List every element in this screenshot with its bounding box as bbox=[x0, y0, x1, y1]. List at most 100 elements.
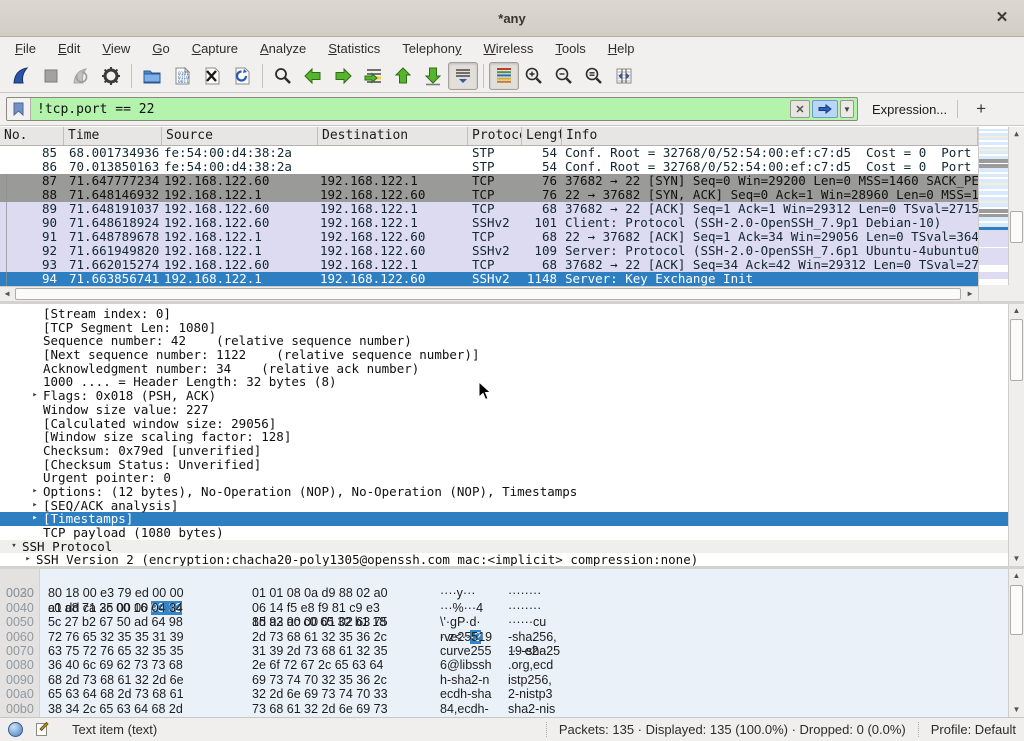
packet-row-89[interactable]: 8971.648191037192.168.122.60192.168.122.… bbox=[0, 202, 978, 216]
col-header-length[interactable]: Length bbox=[522, 127, 562, 145]
menu-help[interactable]: Help bbox=[597, 39, 646, 58]
expand-arrow-icon[interactable] bbox=[27, 321, 43, 335]
scroll-thumb[interactable] bbox=[15, 288, 961, 300]
expand-arrow-icon[interactable] bbox=[27, 471, 43, 485]
go-forward-button[interactable] bbox=[328, 62, 358, 90]
detail-line-timestamps-selected[interactable]: ▸[Timestamps] bbox=[0, 512, 1024, 526]
packet-row-94-selected[interactable]: 9471.663856741192.168.122.1192.168.122.6… bbox=[0, 272, 978, 286]
menu-analyze[interactable]: Analyze bbox=[249, 39, 317, 58]
restart-capture-button[interactable] bbox=[66, 62, 96, 90]
expand-arrow-icon[interactable] bbox=[27, 417, 43, 431]
hex-row[interactable]: 008036 40 6c 69 62 73 73 682e 6f 72 67 2… bbox=[0, 658, 1024, 672]
hex-vscrollbar[interactable]: ▲ ▼ bbox=[1008, 569, 1024, 717]
menu-telephony[interactable]: Telephony bbox=[391, 39, 472, 58]
expert-info-icon[interactable] bbox=[8, 722, 23, 737]
expression-button[interactable]: Expression... bbox=[872, 102, 947, 117]
expand-arrow-icon[interactable] bbox=[27, 348, 43, 362]
menu-statistics[interactable]: Statistics bbox=[317, 39, 391, 58]
packet-row-88[interactable]: 8871.648146932192.168.122.1192.168.122.6… bbox=[0, 188, 978, 202]
filter-input[interactable]: !tcp.port == 22 bbox=[31, 102, 790, 117]
col-header-time[interactable]: Time bbox=[64, 127, 162, 145]
scroll-thumb[interactable] bbox=[1010, 319, 1023, 381]
expand-arrow-icon[interactable] bbox=[27, 334, 43, 348]
hex-row[interactable]: 009068 2d 73 68 61 32 2d 6e69 73 74 70 3… bbox=[0, 673, 1024, 687]
save-file-button[interactable]: 010101100011 bbox=[167, 62, 197, 90]
expand-arrow-icon[interactable] bbox=[27, 444, 43, 458]
scroll-left-arrow[interactable]: ◀ bbox=[0, 287, 14, 301]
expand-arrow-icon[interactable] bbox=[27, 430, 43, 444]
packet-list-vscrollbar[interactable]: ▲ ▼ bbox=[1008, 127, 1024, 301]
packet-row-91[interactable]: 9171.648789678192.168.122.1192.168.122.6… bbox=[0, 230, 978, 244]
capture-comment-icon[interactable] bbox=[35, 722, 50, 737]
find-packet-button[interactable] bbox=[268, 62, 298, 90]
menu-capture[interactable]: Capture bbox=[181, 39, 249, 58]
menu-view[interactable]: View bbox=[91, 39, 141, 58]
expand-arrow-icon[interactable]: ▸ bbox=[27, 499, 43, 513]
packet-row-92[interactable]: 9271.661949820192.168.122.1192.168.122.6… bbox=[0, 244, 978, 258]
filter-clear-button[interactable]: ✕ bbox=[790, 100, 810, 118]
packet-list-minimap[interactable] bbox=[978, 127, 1008, 285]
colorize-toggle[interactable] bbox=[489, 62, 519, 90]
col-header-no[interactable]: No. bbox=[0, 127, 64, 145]
menu-tools[interactable]: Tools bbox=[544, 39, 596, 58]
scroll-right-arrow[interactable]: ▶ bbox=[963, 287, 977, 301]
expand-arrow-icon[interactable] bbox=[27, 526, 43, 540]
detail-line[interactable]: 1000 .... = Header Length: 32 bytes (8) bbox=[0, 375, 1024, 389]
reload-file-button[interactable] bbox=[227, 62, 257, 90]
packet-row-85[interactable]: 8568.001734936fe:54:00:d4:38:2aSTP54Conf… bbox=[0, 146, 978, 160]
capture-options-button[interactable] bbox=[96, 62, 126, 90]
filter-bookmark-button[interactable] bbox=[7, 98, 31, 120]
start-capture-button[interactable] bbox=[6, 62, 36, 90]
packet-row-93[interactable]: 9371.662015274192.168.122.60192.168.122.… bbox=[0, 258, 978, 272]
details-vscrollbar[interactable]: ▲ ▼ bbox=[1008, 304, 1024, 566]
col-header-source[interactable]: Source bbox=[162, 127, 318, 145]
auto-scroll-toggle[interactable] bbox=[448, 62, 478, 90]
col-header-destination[interactable]: Destination bbox=[318, 127, 468, 145]
go-to-top-button[interactable] bbox=[388, 62, 418, 90]
zoom-out-button[interactable] bbox=[549, 62, 579, 90]
profile-text[interactable]: Profile: Default bbox=[931, 722, 1016, 737]
resize-columns-button[interactable] bbox=[609, 62, 639, 90]
titlebar[interactable]: *any ✕ bbox=[0, 0, 1024, 37]
expand-arrow-icon[interactable] bbox=[27, 403, 43, 417]
detail-line[interactable]: [Calculated window size: 29056] bbox=[0, 417, 1024, 431]
menu-file[interactable]: File bbox=[4, 39, 47, 58]
expand-arrow-icon[interactable]: ▾ bbox=[6, 540, 22, 554]
display-filter-field[interactable]: !tcp.port == 22 ✕ ▼ bbox=[6, 97, 858, 121]
open-file-button[interactable] bbox=[137, 62, 167, 90]
detail-line[interactable]: Sequence number: 42 (relative sequence n… bbox=[0, 334, 1024, 348]
detail-line[interactable]: [Next sequence number: 1122 (relative se… bbox=[0, 348, 1024, 362]
detail-line[interactable]: Window size value: 227 bbox=[0, 403, 1024, 417]
detail-line[interactable]: Urgent pointer: 0 bbox=[0, 471, 1024, 485]
menu-go[interactable]: Go bbox=[141, 39, 180, 58]
expand-arrow-icon[interactable]: ▸ bbox=[27, 389, 43, 403]
stop-capture-button[interactable] bbox=[36, 62, 66, 90]
hex-row[interactable]: 0020 c0 a8 7a 3c 00 16 93 32 85 a3 ac c0… bbox=[0, 572, 1024, 586]
detail-line-options[interactable]: ▸Options: (12 bytes), No-Operation (NOP)… bbox=[0, 485, 1024, 499]
hex-row[interactable]: 00505c 27 b2 67 50 ad 64 981d 92 00 00 0… bbox=[0, 615, 1024, 629]
zoom-normal-button[interactable] bbox=[579, 62, 609, 90]
detail-line-ssh-version[interactable]: ▸SSH Version 2 (encryption:chacha20-poly… bbox=[0, 553, 1024, 566]
scroll-thumb[interactable] bbox=[1010, 211, 1023, 243]
scroll-down-arrow[interactable]: ▼ bbox=[1009, 703, 1024, 717]
hex-row[interactable]: 00b038 34 2c 65 63 64 68 2d73 68 61 32 2… bbox=[0, 702, 1024, 716]
filter-history-dropdown[interactable]: ▼ bbox=[840, 100, 854, 118]
expand-arrow-icon[interactable] bbox=[27, 307, 43, 321]
zoom-in-button[interactable] bbox=[519, 62, 549, 90]
menu-wireless[interactable]: Wireless bbox=[473, 39, 545, 58]
expand-arrow-icon[interactable]: ▸ bbox=[27, 512, 43, 526]
detail-line[interactable]: [Stream index: 0] bbox=[0, 307, 1024, 321]
packet-row-90[interactable]: 9071.648618924192.168.122.60192.168.122.… bbox=[0, 216, 978, 230]
expand-arrow-icon[interactable] bbox=[27, 362, 43, 376]
detail-line[interactable]: Acknowledgment number: 34 (relative ack … bbox=[0, 362, 1024, 376]
detail-line[interactable]: [TCP Segment Len: 1080] bbox=[0, 321, 1024, 335]
expand-arrow-icon[interactable]: ▸ bbox=[20, 553, 36, 566]
go-back-button[interactable] bbox=[298, 62, 328, 90]
packet-row-86[interactable]: 8670.013850163fe:54:00:d4:38:2aSTP54Conf… bbox=[0, 160, 978, 174]
detail-line-seq-ack[interactable]: ▸[SEQ/ACK analysis] bbox=[0, 499, 1024, 513]
expand-arrow-icon[interactable] bbox=[27, 458, 43, 472]
hex-row[interactable]: 006072 76 65 32 35 35 31 392d 73 68 61 3… bbox=[0, 630, 1024, 644]
expand-arrow-icon[interactable]: ▸ bbox=[27, 485, 43, 499]
col-header-protocol[interactable]: Protocol bbox=[468, 127, 522, 145]
scroll-thumb[interactable] bbox=[1010, 585, 1023, 635]
